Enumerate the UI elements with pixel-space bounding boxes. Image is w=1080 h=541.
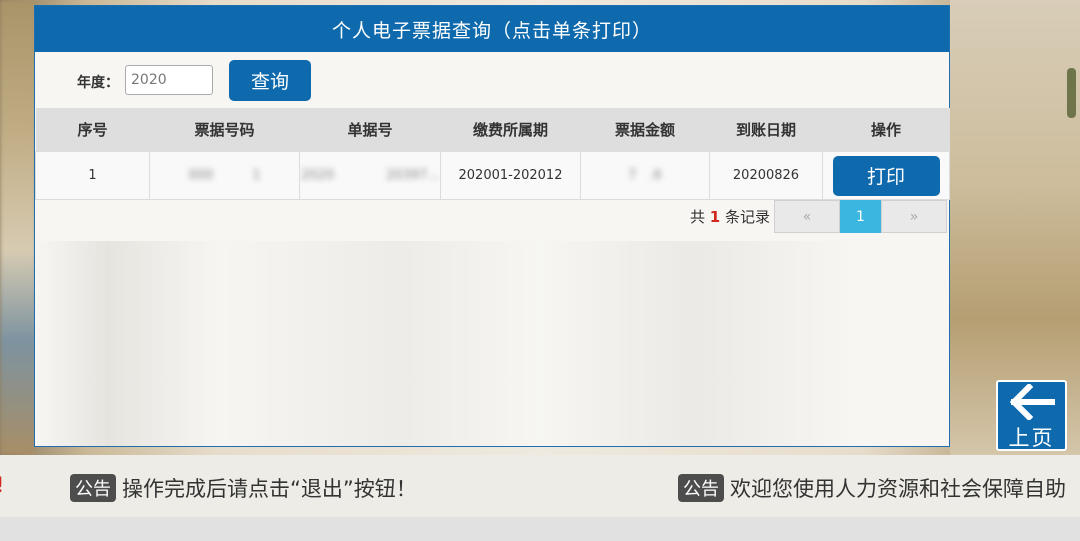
record-count-number: 1 xyxy=(709,208,721,226)
record-count-prefix: 共 xyxy=(689,208,705,226)
cell-arrival-date: 20200826 xyxy=(709,151,823,200)
prev-page-button[interactable]: « xyxy=(774,200,840,233)
record-count: 共 1 条记录 xyxy=(690,206,770,227)
cell-action: 打印 xyxy=(822,151,950,200)
column-header-period: 缴费所属期 xyxy=(440,108,581,152)
column-header-index: 序号 xyxy=(35,108,150,152)
search-bar: 年度： 查询 xyxy=(35,60,949,102)
query-button[interactable]: 查询 xyxy=(229,60,311,101)
ticker-fragment: ! xyxy=(0,473,4,497)
scrollbar-thumb[interactable] xyxy=(1067,68,1076,118)
year-label: 年度： xyxy=(77,75,119,91)
column-header-bill-no: 票据号码 xyxy=(149,108,300,152)
announcement-text: 操作完成后请点击“退出”按钮！ xyxy=(122,477,417,501)
cell-bill-no: 000 1 xyxy=(149,151,300,200)
back-button-label: 上页 xyxy=(1008,426,1055,450)
print-button[interactable]: 打印 xyxy=(832,155,940,196)
column-header-action: 操作 xyxy=(822,108,950,152)
pagination: 共 1 条记录 « 1 » xyxy=(690,199,947,234)
cell-index: 1 xyxy=(35,151,150,200)
arrow-left-icon xyxy=(998,382,1065,426)
panel-title-text: 个人电子票据查询（点击单条打印） xyxy=(331,19,652,42)
year-input[interactable] xyxy=(125,65,213,95)
redacted-doc-no: 2020 20397... xyxy=(301,168,440,183)
record-count-suffix: 条记录 xyxy=(724,208,770,226)
panel-background xyxy=(35,241,949,446)
bill-table: 序号 票据号码 单据号 缴费所属期 票据金额 到账日期 操作 1 000 1 2… xyxy=(35,108,950,200)
background-left xyxy=(0,0,36,455)
announcement-ticker: ! 公告 操作完成后请点击“退出”按钮！ 公告 欢迎您使用人力资源和社会保障自助 xyxy=(0,455,1080,517)
panel-title: 个人电子票据查询（点击单条打印） xyxy=(35,6,949,52)
cell-amount: 7 .6 xyxy=(580,151,710,200)
table-header-row: 序号 票据号码 单据号 缴费所属期 票据金额 到账日期 操作 xyxy=(35,108,950,152)
next-page-button[interactable]: » xyxy=(881,200,947,233)
announcement-tag: 公告 xyxy=(70,474,116,502)
back-button[interactable]: 上页 xyxy=(996,380,1067,451)
table-row[interactable]: 1 000 1 2020 20397... 202001-202012 7 .6… xyxy=(35,151,950,200)
column-header-arrival-date: 到账日期 xyxy=(709,108,823,152)
announcement-text: 欢迎您使用人力资源和社会保障自助 xyxy=(730,477,1066,501)
bottom-strip xyxy=(0,517,1080,541)
cell-doc-no: 2020 20397... xyxy=(299,151,441,200)
announcement-tag: 公告 xyxy=(678,474,724,502)
ticker-item: 公告 欢迎您使用人力资源和社会保障自助 xyxy=(678,473,1066,503)
redacted-amount: 7 .6 xyxy=(628,168,662,183)
cell-period: 202001-202012 xyxy=(440,151,581,200)
column-header-doc-no: 单据号 xyxy=(299,108,441,152)
redacted-bill-no: 000 1 xyxy=(188,168,261,183)
ticker-item: 公告 操作完成后请点击“退出”按钮！ xyxy=(70,473,417,503)
column-header-amount: 票据金额 xyxy=(580,108,710,152)
bill-query-panel: 个人电子票据查询（点击单条打印） 年度： 查询 序号 票据号码 单据号 缴费所属… xyxy=(34,5,950,447)
page-1-button[interactable]: 1 xyxy=(840,200,881,233)
